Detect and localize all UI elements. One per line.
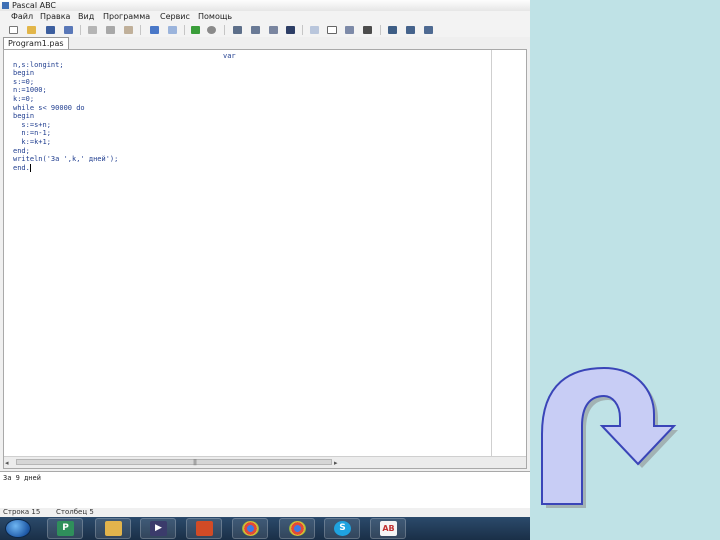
taskbar-app-paint[interactable]: P: [47, 518, 83, 539]
taskbar-app-presentation[interactable]: [186, 518, 222, 539]
save-all-icon[interactable]: [64, 26, 73, 34]
chrome-icon: [242, 521, 259, 536]
taskbar-app-folder[interactable]: [95, 518, 131, 539]
code-line: n:=1000;: [13, 86, 47, 95]
toolbar-separator: [140, 25, 141, 35]
abc-icon: AB: [380, 521, 397, 536]
watch-icon[interactable]: [310, 26, 319, 34]
status-column: Столбец 5: [56, 508, 94, 516]
run-icon[interactable]: [191, 26, 200, 34]
taskbar-app-chrome[interactable]: [232, 518, 268, 539]
paste-icon[interactable]: [124, 26, 133, 34]
taskbar-app-abc[interactable]: AB: [370, 518, 406, 539]
toolbar-separator: [380, 25, 381, 35]
output-text: За 9 дней: [3, 474, 41, 482]
paint-icon: P: [57, 521, 74, 536]
menu-file[interactable]: Файл: [11, 11, 33, 23]
editor-margin-line: [491, 50, 492, 456]
taskbar-app-skype[interactable]: S: [324, 518, 360, 539]
help-icon[interactable]: [424, 26, 433, 34]
undo-icon[interactable]: [150, 26, 159, 34]
toolbar-separator: [302, 25, 303, 35]
stop-icon[interactable]: [207, 26, 216, 34]
scrollbar-grip-icon: |||: [193, 459, 197, 466]
tab-program-file[interactable]: Program1.pas: [3, 37, 69, 49]
menu-help[interactable]: Помощь: [198, 11, 232, 23]
pascal-ide-window: Pascal ABC Файл Правка Вид Программа Сер…: [0, 0, 530, 540]
code-line: s:=0;: [13, 77, 35, 86]
arrow-body: [541, 366, 677, 505]
text-caret: [29, 163, 31, 172]
scroll-left-arrow-icon[interactable]: ◂: [5, 459, 9, 467]
code-line-text: end.: [13, 163, 30, 172]
step-into-icon[interactable]: [233, 26, 242, 34]
compile-icon[interactable]: [345, 26, 354, 34]
menu-edit[interactable]: Правка: [40, 11, 70, 23]
toolbar-separator: [80, 25, 81, 35]
redo-icon[interactable]: [168, 26, 177, 34]
code-line: s:=s+n;: [13, 120, 51, 129]
status-line: Строка 15: [3, 508, 41, 516]
code-editor[interactable]: var n,s:longint; begin s:=0; n:=1000; k:…: [3, 49, 527, 469]
copy-icon[interactable]: [106, 26, 115, 34]
code-line: writeln('За ',k,' дней');: [13, 155, 119, 164]
horizontal-scrollbar[interactable]: ◂ ||| ▸: [4, 456, 526, 468]
scroll-right-arrow-icon[interactable]: ▸: [334, 459, 338, 467]
code-line: n:=n-1;: [13, 129, 51, 138]
app-icon: [2, 2, 9, 9]
window-icon[interactable]: [327, 26, 337, 34]
toolbar: [0, 23, 530, 38]
windows-taskbar: P ▶ S AB: [0, 517, 530, 540]
cut-icon[interactable]: [88, 26, 97, 34]
save-icon[interactable]: [46, 26, 55, 34]
media-player-icon: ▶: [150, 521, 167, 536]
presentation-icon: [196, 521, 213, 536]
step-out-icon[interactable]: [269, 26, 278, 34]
menu-bar: Файл Правка Вид Программа Сервис Помощь: [0, 11, 530, 23]
code-line: k:=0;: [13, 94, 35, 103]
step-over-icon[interactable]: [251, 26, 260, 34]
code-line: begin: [13, 112, 35, 121]
code-line-last: end.: [13, 163, 236, 173]
windows-start-button[interactable]: [5, 519, 31, 538]
taskbar-app-browser[interactable]: [279, 518, 315, 539]
code-line: end;: [13, 146, 30, 155]
code-line: while s< 90000 do: [13, 103, 85, 112]
menu-program[interactable]: Программа: [103, 11, 150, 23]
code-line: k:=k+1;: [13, 137, 51, 146]
toolbar-separator: [184, 25, 185, 35]
new-file-icon[interactable]: [9, 26, 18, 34]
taskbar-app-media-player[interactable]: ▶: [140, 518, 176, 539]
scrollbar-thumb[interactable]: |||: [16, 459, 332, 466]
folder-icon: [105, 521, 122, 536]
return-arrow-icon[interactable]: [532, 364, 682, 514]
options-icon[interactable]: [388, 26, 397, 34]
browser-icon: [289, 521, 306, 536]
open-file-icon[interactable]: [27, 26, 36, 34]
output-panel[interactable]: За 9 дней: [0, 471, 530, 509]
close-icon[interactable]: [363, 26, 372, 34]
menu-view[interactable]: Вид: [78, 11, 94, 23]
code-area[interactable]: var n,s:longint; begin s:=0; n:=1000; k:…: [13, 52, 236, 172]
code-line: begin: [13, 69, 35, 78]
code-line: var: [223, 52, 236, 60]
tab-bar: Program1.pas: [0, 37, 530, 49]
layout-icon[interactable]: [406, 26, 415, 34]
window-title: Pascal ABC: [12, 1, 57, 10]
status-bar: Строка 15 Столбец 5: [0, 508, 530, 517]
breakpoint-icon[interactable]: [286, 26, 295, 34]
code-line: n,s:longint;: [13, 60, 64, 69]
menu-service[interactable]: Сервис: [160, 11, 190, 23]
skype-icon: S: [334, 521, 351, 536]
toolbar-separator: [224, 25, 225, 35]
